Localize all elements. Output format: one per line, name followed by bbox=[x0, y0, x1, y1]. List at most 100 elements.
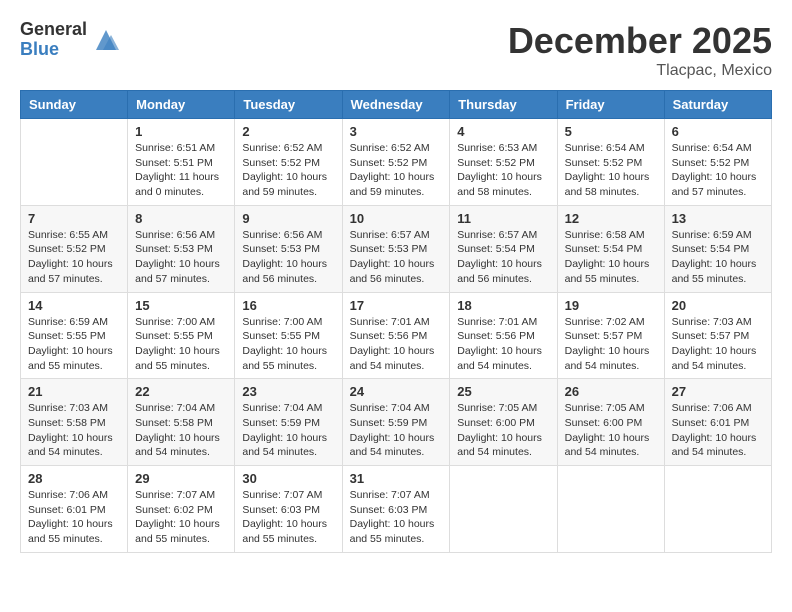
day-number: 23 bbox=[242, 384, 334, 399]
day-info: Sunrise: 7:01 AMSunset: 5:56 PMDaylight:… bbox=[457, 315, 549, 374]
location: Tlacpac, Mexico bbox=[508, 62, 772, 80]
calendar-cell: 6Sunrise: 6:54 AMSunset: 5:52 PMDaylight… bbox=[664, 119, 771, 206]
calendar-cell: 30 Sunrise: 7:07 AMSunset: 6:03 PMDayligh… bbox=[235, 466, 342, 553]
day-number: 1 bbox=[135, 124, 227, 139]
day-number: 7 bbox=[28, 211, 120, 226]
day-info: Sunrise: 7:05 AMSunset: 6:00 PMDaylight:… bbox=[565, 401, 657, 460]
calendar-cell bbox=[557, 466, 664, 553]
calendar-week-1: 1Sunrise: 6:51 AMSunset: 5:51 PMDaylight… bbox=[21, 119, 772, 206]
day-number: 24 bbox=[350, 384, 443, 399]
day-number: 26 bbox=[565, 384, 657, 399]
calendar-cell: 28 Sunrise: 7:06 AMSunset: 6:01 PMDayligh… bbox=[21, 466, 128, 553]
day-info: Sunrise: 7:02 AMSunset: 5:57 PMDaylight:… bbox=[565, 315, 657, 374]
calendar-cell: 11 Sunrise: 6:57 AMSunset: 5:54 PMDayligh… bbox=[450, 205, 557, 292]
calendar-week-4: 21 Sunrise: 7:03 AMSunset: 5:58 PMDayligh… bbox=[21, 379, 772, 466]
day-number: 11 bbox=[457, 211, 549, 226]
logo: General Blue bbox=[20, 20, 121, 60]
weekday-header-row: SundayMondayTuesdayWednesdayThursdayFrid… bbox=[21, 91, 772, 119]
calendar-cell: 27 Sunrise: 7:06 AMSunset: 6:01 PMDayligh… bbox=[664, 379, 771, 466]
day-number: 8 bbox=[135, 211, 227, 226]
month-title: December 2025 bbox=[508, 20, 772, 62]
day-info: Sunrise: 6:58 AMSunset: 5:54 PMDaylight:… bbox=[565, 228, 657, 287]
calendar-cell: 26 Sunrise: 7:05 AMSunset: 6:00 PMDayligh… bbox=[557, 379, 664, 466]
day-number: 27 bbox=[672, 384, 764, 399]
calendar-cell: 19 Sunrise: 7:02 AMSunset: 5:57 PMDayligh… bbox=[557, 292, 664, 379]
day-info: Sunrise: 7:00 AMSunset: 5:55 PMDaylight:… bbox=[242, 315, 334, 374]
calendar-cell: 24 Sunrise: 7:04 AMSunset: 5:59 PMDayligh… bbox=[342, 379, 450, 466]
day-number: 5 bbox=[565, 124, 657, 139]
logo-icon bbox=[91, 25, 121, 55]
day-info: Sunrise: 6:54 AMSunset: 5:52 PMDaylight:… bbox=[672, 141, 764, 200]
day-number: 16 bbox=[242, 298, 334, 313]
day-number: 18 bbox=[457, 298, 549, 313]
weekday-header-sunday: Sunday bbox=[21, 91, 128, 119]
logo-general-text: General bbox=[20, 20, 87, 40]
day-info: Sunrise: 6:56 AMSunset: 5:53 PMDaylight:… bbox=[242, 228, 334, 287]
calendar-cell: 3 Sunrise: 6:52 AMSunset: 5:52 PMDaylight… bbox=[342, 119, 450, 206]
day-number: 15 bbox=[135, 298, 227, 313]
day-number: 20 bbox=[672, 298, 764, 313]
calendar-cell: 16 Sunrise: 7:00 AMSunset: 5:55 PMDayligh… bbox=[235, 292, 342, 379]
day-info: Sunrise: 7:04 AMSunset: 5:59 PMDaylight:… bbox=[242, 401, 334, 460]
calendar-cell: 18 Sunrise: 7:01 AMSunset: 5:56 PMDayligh… bbox=[450, 292, 557, 379]
weekday-header-friday: Friday bbox=[557, 91, 664, 119]
day-info: Sunrise: 6:52 AMSunset: 5:52 PMDaylight:… bbox=[350, 141, 443, 200]
day-number: 28 bbox=[28, 471, 120, 486]
calendar-cell: 31 Sunrise: 7:07 AMSunset: 6:03 PMDayligh… bbox=[342, 466, 450, 553]
calendar-cell: 9Sunrise: 6:56 AMSunset: 5:53 PMDaylight… bbox=[235, 205, 342, 292]
day-info: Sunrise: 7:06 AMSunset: 6:01 PMDaylight:… bbox=[28, 488, 120, 547]
calendar-cell: 12 Sunrise: 6:58 AMSunset: 5:54 PMDayligh… bbox=[557, 205, 664, 292]
day-number: 2 bbox=[242, 124, 334, 139]
calendar-cell: 8 Sunrise: 6:56 AMSunset: 5:53 PMDaylight… bbox=[128, 205, 235, 292]
day-info: Sunrise: 6:59 AMSunset: 5:54 PMDaylight:… bbox=[672, 228, 764, 287]
day-info: Sunrise: 7:04 AMSunset: 5:58 PMDaylight:… bbox=[135, 401, 227, 460]
day-info: Sunrise: 6:57 AMSunset: 5:53 PMDaylight:… bbox=[350, 228, 443, 287]
calendar-cell: 21 Sunrise: 7:03 AMSunset: 5:58 PMDayligh… bbox=[21, 379, 128, 466]
day-number: 14 bbox=[28, 298, 120, 313]
calendar-cell: 15 Sunrise: 7:00 AMSunset: 5:55 PMDayligh… bbox=[128, 292, 235, 379]
day-info: Sunrise: 7:00 AMSunset: 5:55 PMDaylight:… bbox=[135, 315, 227, 374]
day-info: Sunrise: 7:07 AMSunset: 6:02 PMDaylight:… bbox=[135, 488, 227, 547]
day-number: 21 bbox=[28, 384, 120, 399]
calendar-cell bbox=[450, 466, 557, 553]
day-info: Sunrise: 6:57 AMSunset: 5:54 PMDaylight:… bbox=[457, 228, 549, 287]
calendar-table: SundayMondayTuesdayWednesdayThursdayFrid… bbox=[20, 90, 772, 553]
calendar-cell: 7 Sunrise: 6:55 AMSunset: 5:52 PMDaylight… bbox=[21, 205, 128, 292]
day-number: 22 bbox=[135, 384, 227, 399]
calendar-cell: 5 Sunrise: 6:54 AMSunset: 5:52 PMDaylight… bbox=[557, 119, 664, 206]
calendar-cell: 23 Sunrise: 7:04 AMSunset: 5:59 PMDayligh… bbox=[235, 379, 342, 466]
day-info: Sunrise: 7:07 AMSunset: 6:03 PMDaylight:… bbox=[242, 488, 334, 547]
day-info: Sunrise: 6:59 AMSunset: 5:55 PMDaylight:… bbox=[28, 315, 120, 374]
day-info: Sunrise: 7:06 AMSunset: 6:01 PMDaylight:… bbox=[672, 401, 764, 460]
day-number: 30 bbox=[242, 471, 334, 486]
calendar-cell: 17 Sunrise: 7:01 AMSunset: 5:56 PMDayligh… bbox=[342, 292, 450, 379]
calendar-cell: 22 Sunrise: 7:04 AMSunset: 5:58 PMDayligh… bbox=[128, 379, 235, 466]
day-number: 19 bbox=[565, 298, 657, 313]
day-number: 31 bbox=[350, 471, 443, 486]
day-info: Sunrise: 6:55 AMSunset: 5:52 PMDaylight:… bbox=[28, 228, 120, 287]
day-number: 25 bbox=[457, 384, 549, 399]
day-number: 12 bbox=[565, 211, 657, 226]
calendar-week-2: 7 Sunrise: 6:55 AMSunset: 5:52 PMDaylight… bbox=[21, 205, 772, 292]
calendar-week-5: 28 Sunrise: 7:06 AMSunset: 6:01 PMDayligh… bbox=[21, 466, 772, 553]
day-info: Sunrise: 7:07 AMSunset: 6:03 PMDaylight:… bbox=[350, 488, 443, 547]
day-info: Sunrise: 7:03 AMSunset: 5:57 PMDaylight:… bbox=[672, 315, 764, 374]
day-info: Sunrise: 7:04 AMSunset: 5:59 PMDaylight:… bbox=[350, 401, 443, 460]
calendar-cell bbox=[21, 119, 128, 206]
weekday-header-monday: Monday bbox=[128, 91, 235, 119]
calendar-cell: 4Sunrise: 6:53 AMSunset: 5:52 PMDaylight… bbox=[450, 119, 557, 206]
day-info: Sunrise: 6:52 AMSunset: 5:52 PMDaylight:… bbox=[242, 141, 334, 200]
day-info: Sunrise: 6:56 AMSunset: 5:53 PMDaylight:… bbox=[135, 228, 227, 287]
calendar-week-3: 14 Sunrise: 6:59 AMSunset: 5:55 PMDayligh… bbox=[21, 292, 772, 379]
day-number: 3 bbox=[350, 124, 443, 139]
day-info: Sunrise: 7:01 AMSunset: 5:56 PMDaylight:… bbox=[350, 315, 443, 374]
day-number: 17 bbox=[350, 298, 443, 313]
day-number: 29 bbox=[135, 471, 227, 486]
calendar-cell: 14 Sunrise: 6:59 AMSunset: 5:55 PMDayligh… bbox=[21, 292, 128, 379]
calendar-cell: 20 Sunrise: 7:03 AMSunset: 5:57 PMDayligh… bbox=[664, 292, 771, 379]
calendar-cell: 13Sunrise: 6:59 AMSunset: 5:54 PMDayligh… bbox=[664, 205, 771, 292]
day-info: Sunrise: 6:54 AMSunset: 5:52 PMDaylight:… bbox=[565, 141, 657, 200]
calendar-cell: 1Sunrise: 6:51 AMSunset: 5:51 PMDaylight… bbox=[128, 119, 235, 206]
day-info: Sunrise: 7:03 AMSunset: 5:58 PMDaylight:… bbox=[28, 401, 120, 460]
weekday-header-saturday: Saturday bbox=[664, 91, 771, 119]
